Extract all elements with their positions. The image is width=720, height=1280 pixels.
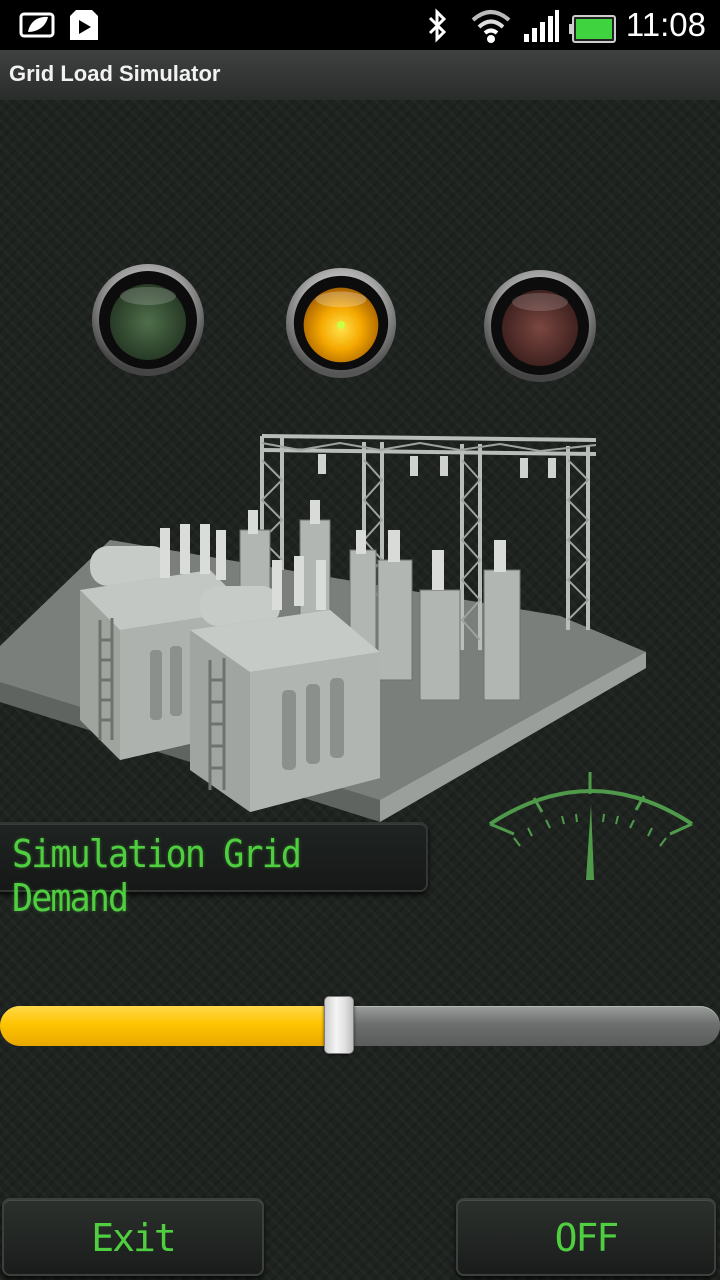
bluetooth-icon xyxy=(428,8,447,43)
power-toggle-button[interactable]: OFF xyxy=(456,1198,716,1276)
demand-slider-fill xyxy=(0,1006,338,1046)
meter-gauge-icon xyxy=(488,772,694,880)
signal-icon xyxy=(524,10,559,42)
amber-indicator-lamp xyxy=(285,267,397,379)
play-store-icon xyxy=(70,10,98,40)
demand-slider-thumb[interactable] xyxy=(324,996,354,1054)
exit-button[interactable]: Exit xyxy=(2,1198,264,1276)
status-bar: 11:08 xyxy=(0,0,720,50)
grid-demand-label: Simulation Grid Demand xyxy=(12,832,302,920)
red-indicator-lamp xyxy=(484,270,596,382)
grid-demand-label-panel: Simulation Grid Demand xyxy=(0,822,428,920)
title-bar: Grid Load Simulator xyxy=(0,50,720,101)
clock: 11:08 xyxy=(625,6,706,43)
battery-icon xyxy=(569,15,616,43)
leaf-notification-icon xyxy=(19,12,55,38)
app-title: Grid Load Simulator xyxy=(9,61,221,86)
main-panel: Simulation Grid Demand Exit OFF xyxy=(0,100,720,1280)
green-indicator-lamp xyxy=(92,264,204,376)
wifi-icon xyxy=(471,10,511,43)
